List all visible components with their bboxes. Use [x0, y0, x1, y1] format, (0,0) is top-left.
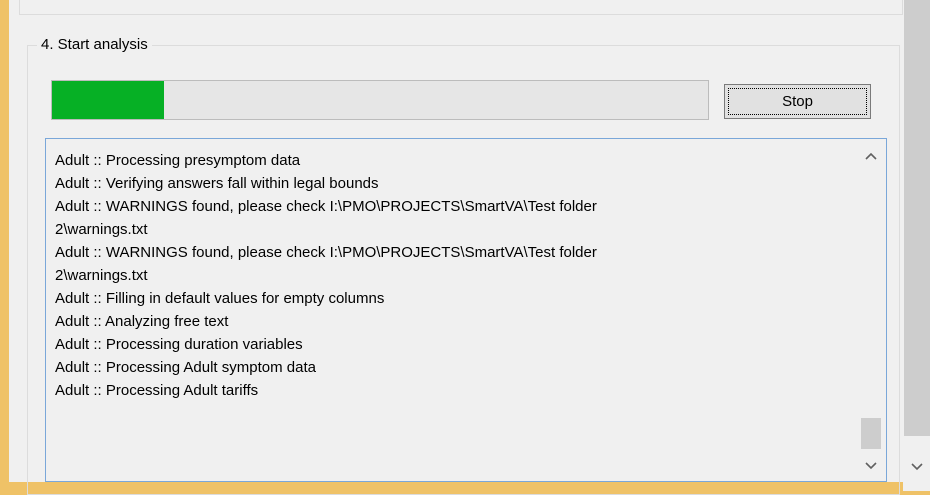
section-title: 4. Start analysis	[37, 35, 152, 55]
chevron-up-icon[interactable]	[860, 146, 882, 166]
log-line: 2\warnings.txt	[55, 221, 148, 238]
log-line: Adult :: Processing Adult symptom data	[55, 359, 316, 376]
log-line: Adult :: WARNINGS found, please check I:…	[55, 244, 597, 261]
log-line: Adult :: Processing presymptom data	[55, 152, 301, 169]
log-line: Adult :: WARNINGS found, please check I:…	[55, 198, 597, 215]
log-output[interactable]: Adult :: Processing presymptom data Adul…	[45, 138, 887, 482]
log-line: Adult :: Verifying answers fall within l…	[55, 175, 379, 192]
window-client-area: 4. Start analysis Stop Adult :: Processi…	[9, 0, 903, 495]
log-line: Adult :: Filling in default values for e…	[55, 290, 385, 307]
chevron-down-icon[interactable]	[906, 456, 928, 478]
log-scroll-thumb[interactable]	[861, 418, 881, 449]
stop-button[interactable]: Stop	[724, 84, 871, 119]
log-line: Adult :: Processing duration variables	[55, 336, 303, 353]
log-line: 2\warnings.txt	[55, 267, 148, 284]
log-scrollbar[interactable]	[860, 144, 882, 478]
log-line: Adult :: Processing Adult tariffs	[55, 382, 259, 399]
log-lines: Adult :: Processing presymptom data Adul…	[55, 149, 855, 402]
log-line: Adult :: Analyzing free text	[55, 313, 229, 330]
previous-section-group	[19, 0, 903, 15]
window-scroll-thumb[interactable]	[904, 0, 930, 436]
window-scrollbar[interactable]	[903, 0, 930, 491]
progress-fill	[52, 81, 164, 119]
chevron-down-icon[interactable]	[860, 456, 882, 476]
focus-ring	[728, 88, 867, 115]
analysis-progress-bar	[51, 80, 709, 120]
